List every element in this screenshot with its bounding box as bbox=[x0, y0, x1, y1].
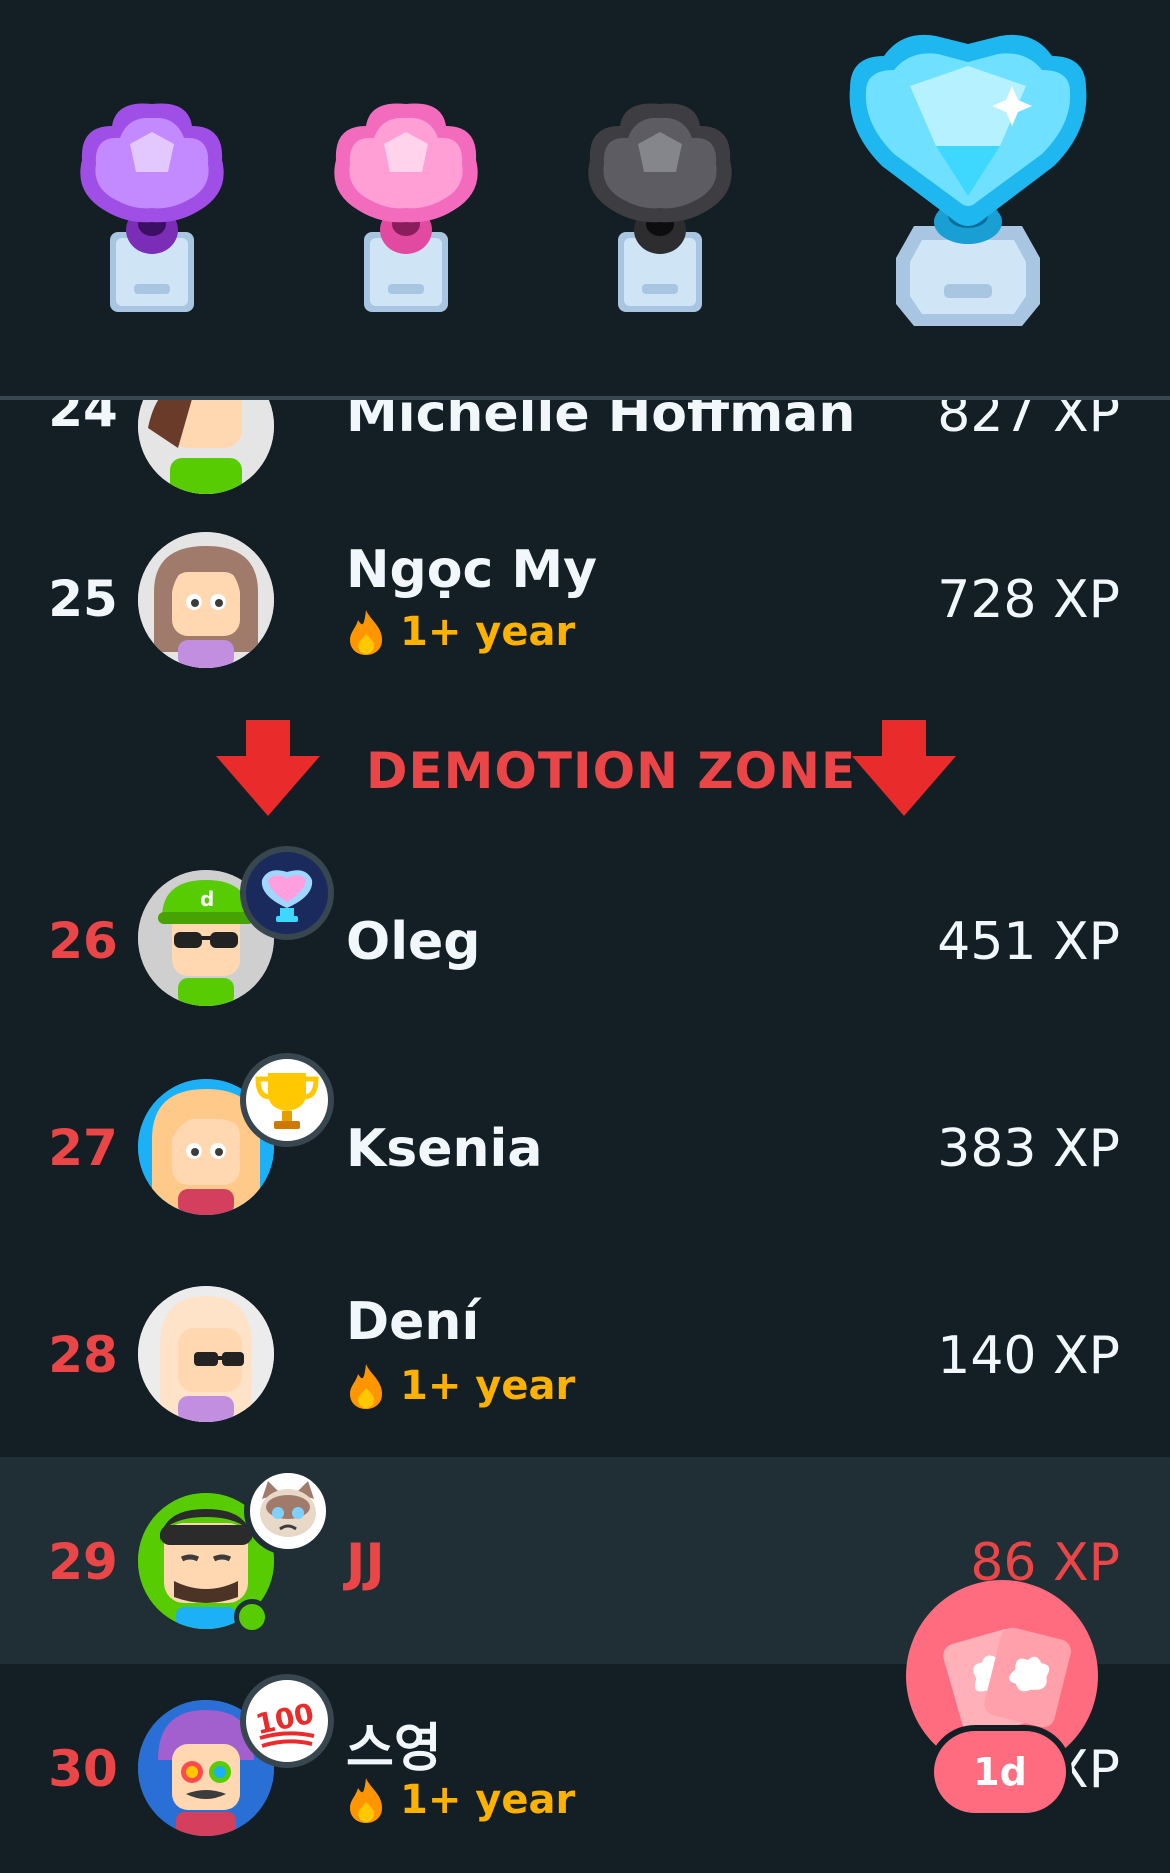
down-arrow-icon bbox=[852, 720, 956, 816]
leaderboard-row[interactable]: 28 Dení 1+ year 140 XP bbox=[0, 1250, 1170, 1457]
demotion-zone-label: DEMOTION ZONE bbox=[366, 742, 857, 800]
user-name: 스영 bbox=[346, 1719, 442, 1779]
hundred-points-icon: 100 bbox=[253, 1697, 317, 1748]
svg-text:d: d bbox=[200, 887, 214, 911]
streak-tag: 1+ year bbox=[346, 608, 575, 656]
user-name: Dení bbox=[346, 1292, 480, 1352]
streak-tag: 1+ year bbox=[346, 1362, 575, 1410]
obsidian-league-trophy-icon[interactable] bbox=[580, 92, 760, 322]
rank-number: 27 bbox=[48, 1119, 118, 1177]
rank-number: 25 bbox=[48, 570, 118, 628]
amethyst-league-trophy-icon[interactable] bbox=[72, 92, 252, 322]
down-arrow-icon bbox=[216, 720, 320, 816]
league-badge[interactable] bbox=[240, 846, 334, 940]
leaderboard-row[interactable]: 27 Ksenia 383 XP bbox=[0, 1043, 1170, 1250]
trophy-icon bbox=[255, 1073, 319, 1129]
leaderboard-row[interactable]: 25 Ngọc My 1+ year 728 XP bbox=[0, 498, 1170, 705]
rank-number: 30 bbox=[48, 1740, 118, 1798]
user-name: Ksenia bbox=[346, 1119, 543, 1179]
user-name: JJ bbox=[346, 1533, 385, 1593]
pearl-league-trophy-icon[interactable] bbox=[326, 92, 506, 322]
streak-label: 1+ year bbox=[400, 609, 576, 655]
diamond-league-trophy-icon[interactable] bbox=[840, 26, 1095, 336]
xp-value: 140 XP bbox=[937, 1326, 1120, 1386]
streak-label: 1+ year bbox=[400, 1363, 576, 1409]
streak-tag: 1+ year bbox=[346, 1776, 575, 1824]
trophy-badge[interactable] bbox=[240, 1053, 334, 1147]
flame-icon bbox=[350, 1778, 382, 1823]
league-trophies-header bbox=[0, 0, 1170, 400]
xp-value: 728 XP bbox=[937, 570, 1120, 630]
user-name: Oleg bbox=[346, 912, 481, 972]
rank-number: 28 bbox=[48, 1326, 118, 1384]
avatar[interactable] bbox=[138, 1286, 274, 1422]
rank-number: 29 bbox=[48, 1533, 118, 1591]
leaderboard-row[interactable]: 26 d Oleg 451 XP bbox=[0, 836, 1170, 1043]
xp-boost-timer: 1d bbox=[928, 1725, 1072, 1819]
user-name: Ngọc My bbox=[346, 540, 598, 600]
rank-number: 26 bbox=[48, 912, 118, 970]
flame-icon bbox=[350, 1364, 382, 1409]
hundred-badge[interactable]: 100 bbox=[240, 1674, 334, 1768]
avatar[interactable] bbox=[138, 532, 274, 668]
xp-value: 451 XP bbox=[937, 912, 1120, 972]
header-divider bbox=[0, 396, 1170, 400]
flame-icon bbox=[350, 610, 382, 655]
streak-label: 1+ year bbox=[400, 1777, 576, 1823]
demotion-zone-divider: DEMOTION ZONE bbox=[0, 720, 1170, 820]
cat-badge[interactable] bbox=[244, 1467, 332, 1555]
xp-value: 383 XP bbox=[937, 1119, 1120, 1179]
online-status-dot bbox=[234, 1599, 270, 1635]
grumpy-cat-icon bbox=[260, 1481, 316, 1537]
